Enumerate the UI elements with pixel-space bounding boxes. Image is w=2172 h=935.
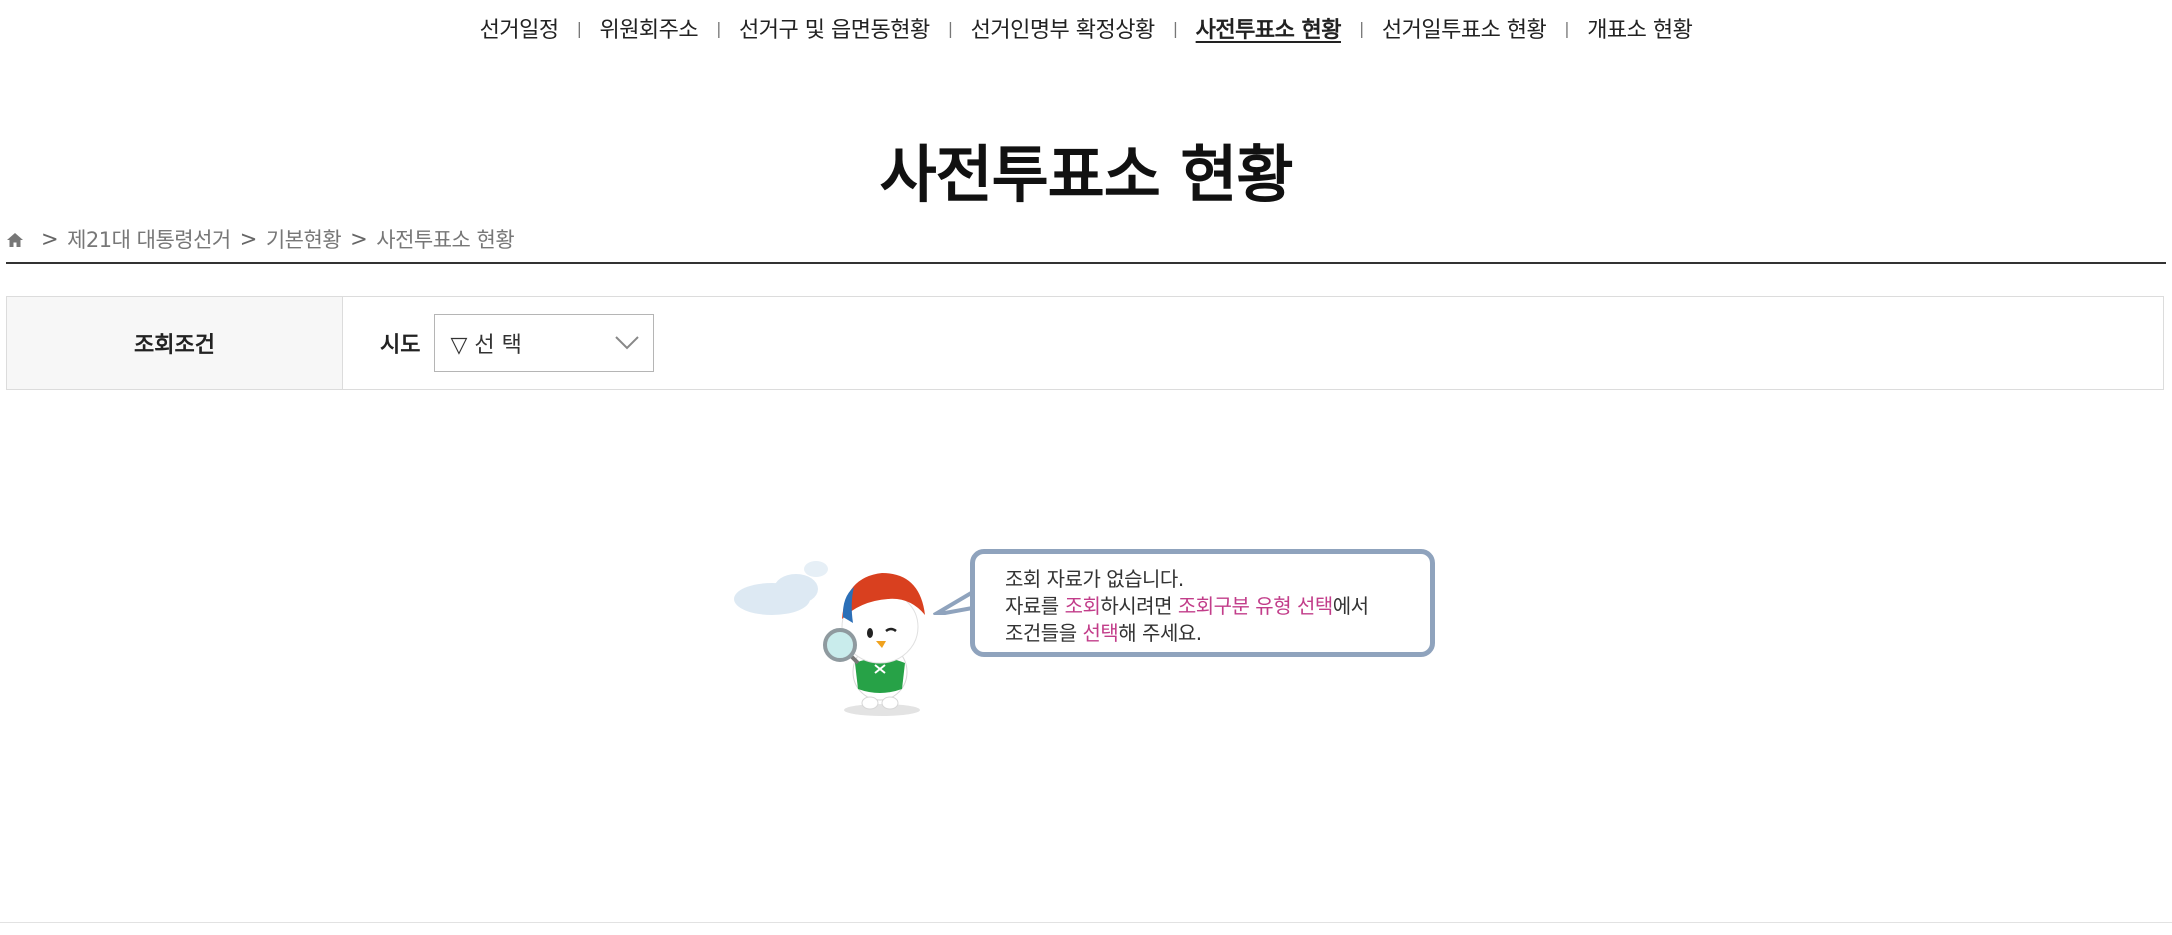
nav-item-election-day-polling[interactable]: 선거일투표소 현황 — [1378, 12, 1550, 44]
nav-item-early-polling[interactable]: 사전투표소 현황 — [1192, 12, 1345, 44]
nav-item-voter-roll[interactable]: 선거인명부 확정상황 — [967, 12, 1159, 44]
breadcrumb-item-basic-status[interactable]: 기본현황 — [266, 224, 342, 254]
nav-item-counting-stations[interactable]: 개표소 현황 — [1583, 12, 1696, 44]
highlight-text: 조회구분 유형 선택 — [1177, 594, 1333, 618]
nav-separator: | — [947, 18, 953, 38]
empty-message-text: 하시려면 — [1100, 594, 1178, 618]
empty-message-line: 자료를 조회하시려면 조회구분 유형 선택에서 — [1005, 593, 1430, 620]
search-condition-box: 조회조건 시도 ▽ 선 택 — [6, 296, 2164, 390]
empty-state: 조회 자료가 없습니다. 자료를 조회하시려면 조회구분 유형 선택에서 조건들… — [730, 545, 1450, 725]
nav-separator: | — [716, 18, 722, 38]
mascot-illustration — [734, 561, 925, 716]
empty-message-bubble: 조회 자료가 없습니다. 자료를 조회하시려면 조회구분 유형 선택에서 조건들… — [970, 549, 1435, 657]
sido-label: 시도 — [380, 333, 421, 358]
footer-divider — [0, 922, 2172, 923]
nav-separator: | — [1358, 18, 1364, 38]
breadcrumb-separator: > — [350, 227, 368, 251]
sido-select[interactable]: ▽ 선 택 — [434, 314, 655, 372]
empty-message-text: 조건들을 — [1005, 621, 1083, 645]
breadcrumb-divider — [6, 262, 2166, 264]
top-nav: 선거일정 | 위원회주소 | 선거구 및 읍면동현황 | 선거인명부 확정상황 … — [0, 12, 2172, 44]
page: 선거일정 | 위원회주소 | 선거구 및 읍면동현황 | 선거인명부 확정상황 … — [0, 0, 2172, 935]
nav-item-committee-address[interactable]: 위원회주소 — [595, 12, 702, 44]
nav-separator: | — [1564, 18, 1570, 38]
empty-message-line: 조회 자료가 없습니다. — [1005, 566, 1430, 593]
breadcrumb-item-election[interactable]: 제21대 대통령선거 — [67, 224, 231, 254]
breadcrumb: > 제21대 대통령선거 > 기본현황 > 사전투표소 현황 — [6, 224, 515, 254]
empty-message-text: 조회 자료가 없습니다. — [1005, 567, 1184, 591]
empty-message-text: 해 주세요. — [1118, 621, 1202, 645]
nav-item-districts[interactable]: 선거구 및 읍면동현황 — [735, 12, 934, 44]
condition-fields: 시도 ▽ 선 택 — [343, 297, 2163, 389]
breadcrumb-separator: > — [239, 227, 258, 251]
page-title: 사전투표소 현황 — [879, 138, 1294, 211]
breadcrumb-item-current: 사전투표소 현황 — [376, 228, 515, 252]
nav-separator: | — [576, 18, 582, 38]
empty-message-text: 자료를 — [1005, 594, 1065, 618]
chevron-down-icon — [615, 336, 640, 350]
home-icon[interactable] — [6, 230, 24, 248]
empty-message-line: 조건들을 선택해 주세요. — [1005, 620, 1430, 647]
nav-item-election-schedule[interactable]: 선거일정 — [476, 12, 563, 44]
breadcrumb-separator: > — [41, 227, 59, 251]
highlight-text: 선택 — [1082, 621, 1119, 645]
highlight-text: 조회 — [1064, 594, 1101, 618]
condition-label: 조회조건 — [7, 297, 343, 389]
sido-select-value: ▽ 선 택 — [450, 333, 522, 358]
empty-message-text: 에서 — [1332, 594, 1369, 618]
nav-separator: | — [1172, 18, 1178, 38]
